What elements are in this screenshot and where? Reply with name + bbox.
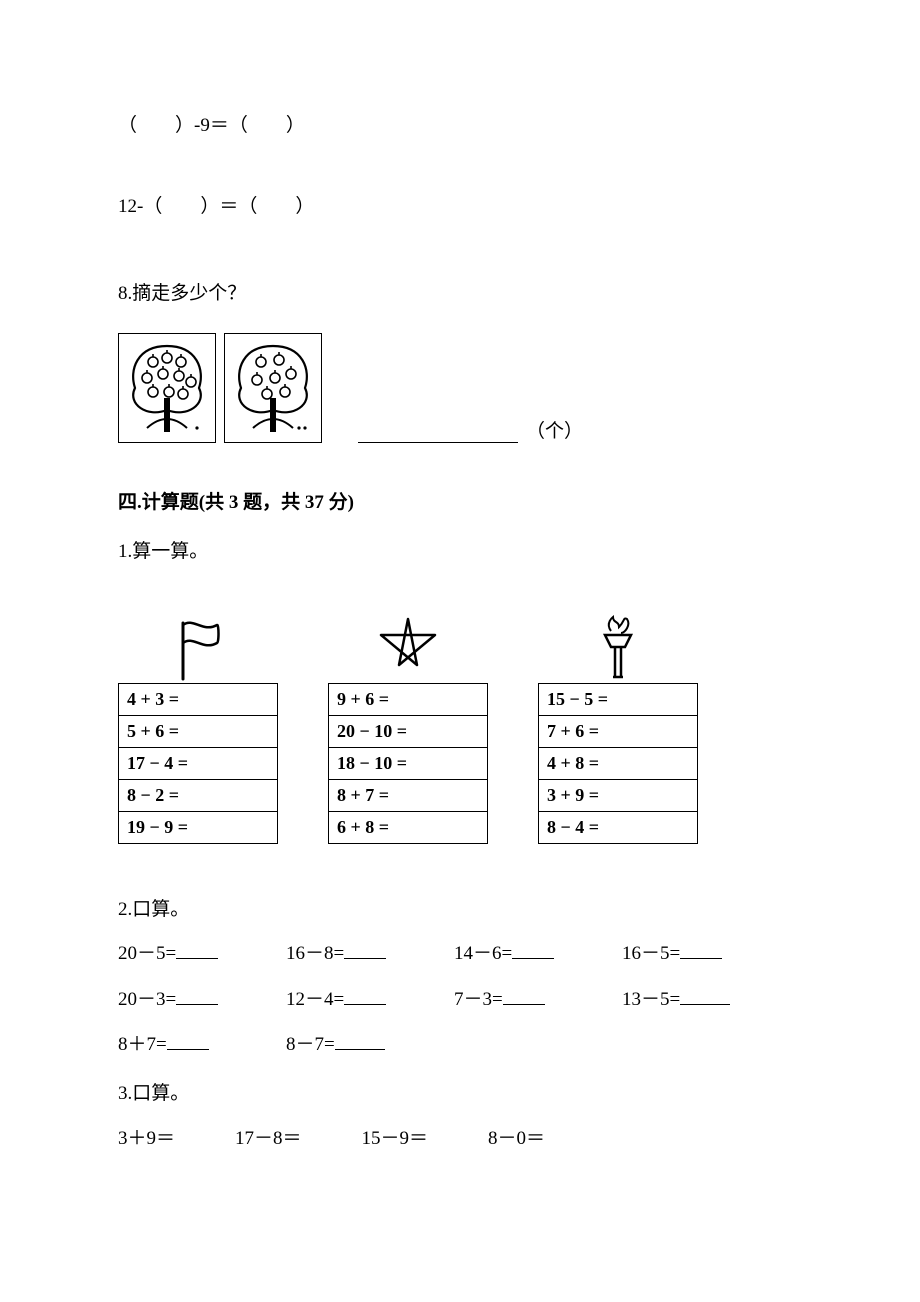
mental-calc-block-3: 3＋9＝ 17－8＝ 15－9＝ 8－0＝	[118, 1123, 802, 1150]
answer-blank[interactable]	[344, 986, 386, 1005]
answer-blank[interactable]	[176, 940, 218, 959]
answer-blank[interactable]	[503, 986, 545, 1005]
calc-table: 15 − 5 = 7 + 6 = 4 + 8 = 3 + 9 = 8 − 4 =	[538, 683, 698, 844]
equation-text: 12-（ ）＝（ ）	[118, 196, 314, 217]
answer-blank[interactable]	[358, 442, 518, 443]
calc-cell: 19 − 9 =	[119, 812, 278, 844]
calc-cell: 20 − 10 =	[329, 716, 488, 748]
answer-blank[interactable]	[167, 1031, 209, 1050]
calc-cell: 4 + 3 =	[119, 684, 278, 716]
equation-text: （ ）-9＝（ ）	[118, 115, 305, 136]
calc-column-flag: 4 + 3 = 5 + 6 = 17 − 4 = 8 − 2 = 19 − 9 …	[118, 603, 278, 844]
mental-item: 16－8=	[286, 931, 454, 977]
calc-table: 9 + 6 = 20 − 10 = 18 − 10 = 8 + 7 = 6 + …	[328, 683, 488, 844]
tree-illustration-row: （个）	[118, 333, 802, 443]
flag-icon	[163, 613, 233, 683]
tree-box-2	[224, 333, 322, 443]
answer-blank[interactable]	[344, 940, 386, 959]
calc-columns-row: 4 + 3 = 5 + 6 = 17 − 4 = 8 − 2 = 19 − 9 …	[118, 603, 802, 844]
question-2-label: 2.口算。	[118, 894, 802, 921]
calc-cell: 8 − 2 =	[119, 780, 278, 812]
mental-item: 14－6=	[454, 931, 622, 977]
mental-item: 7－3=	[454, 977, 622, 1023]
answer-blank[interactable]	[512, 940, 554, 959]
calc-cell: 5 + 6 =	[119, 716, 278, 748]
fill-blank-line-1: （ ）-9＝（ ）	[118, 110, 802, 137]
question-3-label: 3.口算。	[118, 1078, 802, 1105]
calc-column-star: 9 + 6 = 20 − 10 = 18 − 10 = 8 + 7 = 6 + …	[328, 603, 488, 844]
torch-icon	[583, 613, 653, 683]
mental-calc-block-2: 20－5= 16－8= 14－6= 16－5= 20－3= 12－4= 7－3=…	[118, 931, 802, 1068]
answer-blank[interactable]	[335, 1031, 385, 1050]
calc-cell: 7 + 6 =	[539, 716, 698, 748]
calc-cell: 6 + 8 =	[329, 812, 488, 844]
mental-item: 8－7=	[286, 1022, 454, 1068]
calc-cell: 9 + 6 =	[329, 684, 488, 716]
mental-item: 17－8＝	[235, 1123, 302, 1150]
calc-cell: 18 − 10 =	[329, 748, 488, 780]
section-4-heading: 四.计算题(共 3 题，共 37 分)	[118, 487, 802, 514]
calc-cell: 8 − 4 =	[539, 812, 698, 844]
answer-blank[interactable]	[680, 986, 730, 1005]
calc-table: 4 + 3 = 5 + 6 = 17 − 4 = 8 − 2 = 19 − 9 …	[118, 683, 278, 844]
mental-item: 16－5=	[622, 931, 790, 977]
answer-blank[interactable]	[176, 986, 218, 1005]
apple-tree-icon	[231, 340, 315, 436]
mental-item: 8＋7=	[118, 1022, 286, 1068]
answer-blank[interactable]	[680, 940, 722, 959]
mental-item: 13－5=	[622, 977, 790, 1023]
mental-item: 8－0＝	[488, 1123, 545, 1150]
mental-item: 15－9＝	[362, 1123, 429, 1150]
calc-cell: 4 + 8 =	[539, 748, 698, 780]
apple-tree-icon	[125, 340, 209, 436]
mental-item: 20－3=	[118, 977, 286, 1023]
calc-cell: 3 + 9 =	[539, 780, 698, 812]
fill-blank-line-2: 12-（ ）＝（ ）	[118, 191, 802, 218]
calc-cell: 15 − 5 =	[539, 684, 698, 716]
mental-item: 20－5=	[118, 931, 286, 977]
mental-item: 3＋9＝	[118, 1123, 175, 1150]
question-8-label: 8.摘走多少个？	[118, 278, 802, 305]
unit-label: （个）	[526, 416, 583, 443]
question-1-label: 1.算一算。	[118, 536, 802, 563]
calc-cell: 17 − 4 =	[119, 748, 278, 780]
calc-column-torch: 15 − 5 = 7 + 6 = 4 + 8 = 3 + 9 = 8 − 4 =	[538, 603, 698, 844]
tree-box-1	[118, 333, 216, 443]
mental-item: 12－4=	[286, 977, 454, 1023]
star-icon	[373, 613, 443, 683]
calc-cell: 8 + 7 =	[329, 780, 488, 812]
